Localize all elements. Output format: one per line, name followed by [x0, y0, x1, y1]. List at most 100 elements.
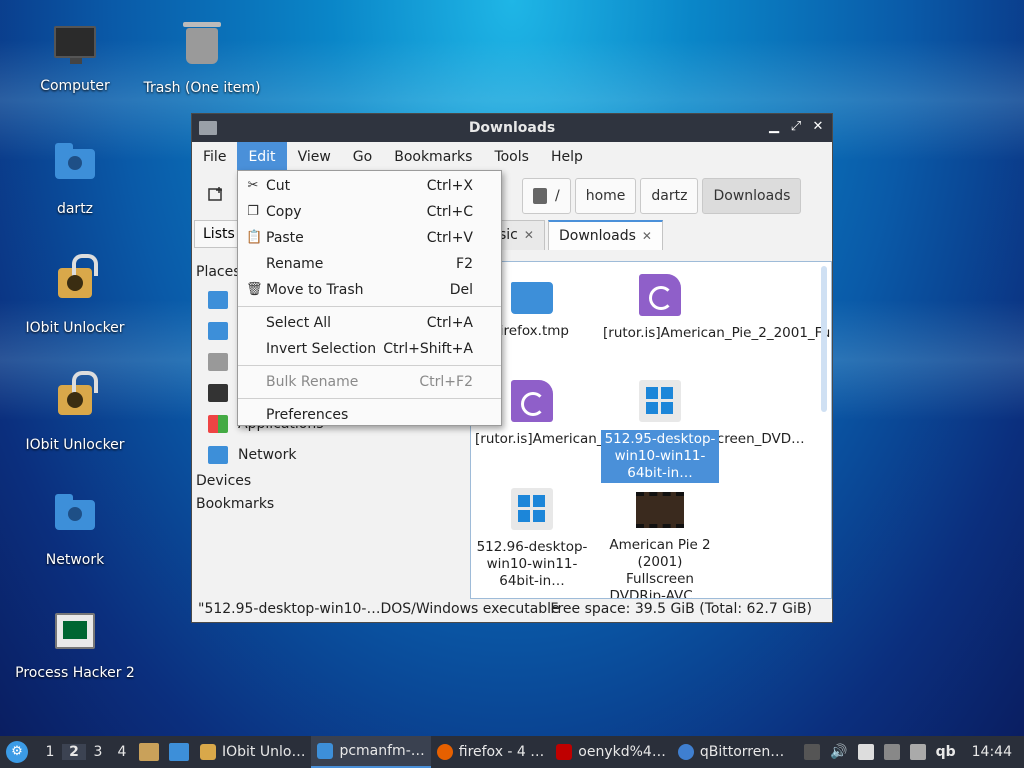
applications-icon: [208, 414, 228, 433]
path-home[interactable]: home: [574, 178, 637, 214]
menu-item-move-to-trash[interactable]: 🗑 Move to Trash Del: [238, 277, 501, 303]
menu-separator: [238, 365, 501, 366]
qbittorrent-tray-icon[interactable]: qb: [936, 744, 956, 760]
close-button[interactable]: ✕: [810, 118, 826, 136]
start-menu-button[interactable]: ⚙: [6, 741, 28, 763]
desktop-icon-label: dartz: [56, 201, 94, 217]
minimize-button[interactable]: ▁: [766, 118, 782, 136]
clipboard-icon[interactable]: [857, 744, 874, 760]
paste-icon: 📋: [246, 230, 263, 245]
home-icon: [208, 290, 228, 309]
file-view[interactable]: firefox.tmp [rutor.is]American_Pie_2_200…: [470, 261, 832, 599]
edit-menu-dropdown: ✂ Cut Ctrl+X ❐ Copy Ctrl+C 📋 Paste Ctrl+V Rena…: [237, 170, 502, 426]
computer-icon: [208, 383, 228, 402]
path-bar: / home dartz Downloads: [522, 178, 802, 214]
network-icon[interactable]: [883, 744, 900, 760]
notification-icon[interactable]: [909, 744, 926, 760]
new-window-button[interactable]: [200, 178, 232, 210]
desktop-icon-trash[interactable]: Trash (One item): [137, 20, 267, 96]
path-downloads[interactable]: Downloads: [702, 178, 802, 214]
file-item-selected[interactable]: 512.95-desktop-win10-win11-64bit-in…: [601, 374, 719, 483]
tab-downloads[interactable]: Downloads ✕: [548, 220, 663, 250]
workspace-2[interactable]: 2: [62, 744, 86, 760]
qbittorrent-icon: [677, 744, 694, 760]
desktop-icon-home-folder[interactable]: dartz: [10, 137, 140, 217]
menu-item-rename[interactable]: Rename F2: [238, 251, 501, 277]
menu-file[interactable]: File: [192, 142, 237, 172]
video-file-icon: [636, 492, 684, 528]
desktop-icon-iobit-unlocker-1[interactable]: IObit Unlocker: [10, 254, 140, 336]
devices-header[interactable]: Devices: [194, 470, 464, 493]
menu-item-preferences[interactable]: Preferences: [238, 402, 501, 428]
menu-item-invert-selection[interactable]: Invert Selection Ctrl+Shift+A: [238, 336, 501, 362]
lock-icon: [51, 254, 99, 316]
task-firefox[interactable]: firefox - 4 …: [431, 736, 551, 768]
scissors-icon: ✂: [247, 178, 259, 193]
scrollbar[interactable]: [821, 266, 827, 412]
trash-icon: [178, 22, 226, 76]
status-free-space: Free space: 39.5 GiB (Total: 62.7 GiB): [550, 601, 812, 617]
trash-icon: [208, 352, 228, 371]
desktop-icon-label: Computer: [40, 78, 110, 94]
statusbar: "512.95-desktop-win10-…DOS/Windows execu…: [192, 597, 832, 622]
file-item[interactable]: American Pie 2 (2001) Fullscreen DVDRip-…: [601, 482, 719, 598]
desktop-icon-process-hacker[interactable]: Process Hacker 2: [10, 605, 140, 681]
workspace-4[interactable]: 4: [110, 744, 134, 760]
workspace-3[interactable]: 3: [86, 744, 110, 760]
menu-tools[interactable]: Tools: [483, 142, 540, 172]
torrent-file-icon: [511, 380, 553, 422]
menu-item-select-all[interactable]: Select All Ctrl+A: [238, 310, 501, 336]
task-qbittorrent[interactable]: qBittorren…: [672, 736, 790, 768]
menu-bookmarks[interactable]: Bookmarks: [383, 142, 483, 172]
drive-icon: [533, 188, 547, 204]
window-title: Downloads: [468, 120, 556, 136]
network-icon: [208, 445, 228, 464]
volume-icon[interactable]: 🔊: [830, 744, 847, 760]
task-iobit-unlocker[interactable]: IObit Unlo…: [194, 736, 311, 768]
desktop-icon-iobit-unlocker-2[interactable]: IObit Unlocker: [10, 371, 140, 453]
copy-icon: ❐: [247, 204, 259, 219]
scroll-up-icon[interactable]: [804, 744, 821, 760]
torrent-file-icon: [639, 274, 681, 316]
menu-item-copy[interactable]: ❐ Copy Ctrl+C: [238, 199, 501, 225]
desktop-icon-network[interactable]: Network: [10, 488, 140, 568]
folder-icon: [511, 282, 553, 314]
menu-item-cut[interactable]: ✂ Cut Ctrl+X: [238, 173, 501, 199]
path-dartz[interactable]: dartz: [640, 178, 699, 214]
menu-separator: [238, 398, 501, 399]
computer-icon: [51, 26, 99, 74]
status-selection: "512.95-desktop-win10-…DOS/Windows execu…: [198, 601, 560, 617]
menu-edit[interactable]: Edit: [237, 142, 287, 172]
desktop-icon-computer[interactable]: Computer: [10, 20, 140, 94]
windows-exe-icon: [639, 380, 681, 422]
desktop-launcher-icon[interactable]: [169, 743, 189, 761]
menu-help[interactable]: Help: [540, 142, 594, 172]
titlebar[interactable]: Downloads ▁ ⤢ ✕: [192, 114, 832, 142]
close-tab-icon[interactable]: ✕: [642, 229, 652, 243]
menu-item-paste[interactable]: 📋 Paste Ctrl+V: [238, 225, 501, 251]
task-filezilla[interactable]: oenykd%4…: [550, 736, 672, 768]
close-tab-icon[interactable]: ✕: [524, 228, 534, 242]
desktop-icon: [208, 321, 228, 340]
maximize-button[interactable]: ⤢: [788, 118, 804, 136]
menu-view[interactable]: View: [287, 142, 342, 172]
file-manager-launcher-icon[interactable]: [139, 743, 159, 761]
new-window-icon: [208, 187, 222, 201]
windows-exe-icon: [511, 488, 553, 530]
process-hacker-icon: [51, 613, 99, 661]
task-pcmanfm[interactable]: pcmanfm-…: [311, 736, 431, 768]
menubar: File Edit View Go Bookmarks Tools Help: [192, 142, 832, 172]
path-root[interactable]: /: [522, 178, 571, 214]
desktop-icon-label: Process Hacker 2: [15, 665, 135, 681]
lock-icon: [51, 371, 99, 433]
system-tray: 🔊 qb 14:44: [804, 736, 1024, 768]
workspace-1[interactable]: 1: [38, 744, 62, 760]
lock-icon: [200, 744, 216, 760]
menu-go[interactable]: Go: [342, 142, 383, 172]
desktop-icon-label: Trash (One item): [143, 80, 261, 96]
clock[interactable]: 14:44: [972, 744, 1012, 760]
file-item[interactable]: 512.96-desktop-win10-win11-64bit-in…: [473, 482, 591, 591]
sidebar-item-network[interactable]: Network: [194, 439, 464, 470]
bookmarks-header[interactable]: Bookmarks: [194, 493, 464, 516]
file-item[interactable]: [rutor.is]American_Pie_2_2001_Fullscreen…: [601, 268, 831, 343]
